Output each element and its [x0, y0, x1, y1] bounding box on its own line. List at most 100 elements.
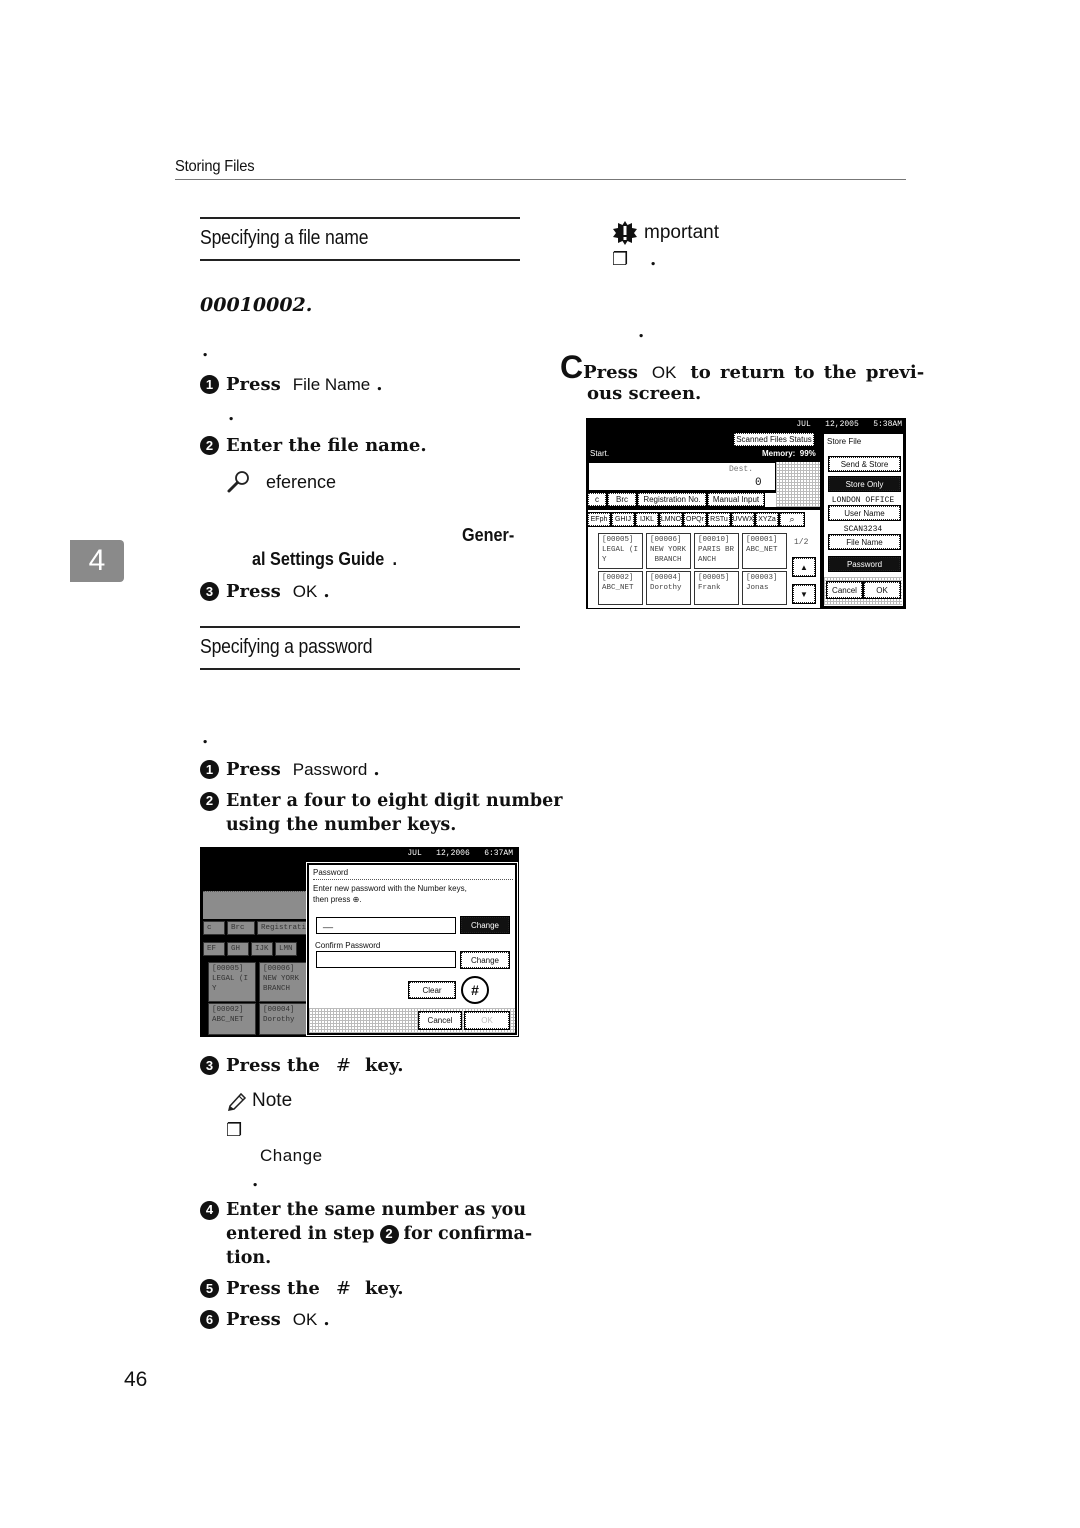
example-file-number: 00010002. — [200, 294, 313, 316]
cell-code: [00002] — [602, 574, 634, 582]
screen-datetime: JUL 12,2006 6:37AM — [407, 849, 513, 858]
step-text-line2: entered in step 2 for confirma- — [226, 1222, 532, 1246]
change-button-2[interactable]: Change — [460, 951, 510, 969]
ok-button[interactable]: OK — [464, 1011, 510, 1030]
scroll-down-icon[interactable]: ▼ — [792, 584, 816, 604]
page-number: 46 — [124, 1368, 148, 1391]
cancel-button[interactable]: Cancel — [418, 1011, 462, 1030]
clear-button[interactable]: Clear — [408, 981, 456, 999]
cell-code: [00005] — [602, 536, 634, 544]
lead-dot: . — [202, 340, 209, 361]
store-file-panel: Store File Send & Store Store Only LONDO… — [823, 433, 904, 607]
step-text-line2: ous screen. — [587, 383, 702, 404]
note-checkbox-icon: ❐ — [226, 1120, 243, 1140]
step-number-5: 5 — [200, 1279, 219, 1298]
alpha-key[interactable]: UVWX — [731, 512, 755, 527]
step-end: . — [323, 581, 330, 602]
user-name-value: LONDON OFFICE — [831, 496, 895, 505]
ok-key: OK — [292, 581, 318, 601]
scroll-up-icon[interactable]: ▲ — [792, 557, 816, 577]
guide-end: . — [392, 549, 397, 569]
change-button-1[interactable]: Change — [460, 916, 510, 934]
file-name-key: File Name — [292, 374, 371, 394]
cell-code: [00004] — [650, 574, 682, 582]
page-indicator: 1/2 — [794, 538, 809, 547]
cell-code: [00005] — [698, 574, 730, 582]
guide-title[interactable]: al Settings Guide — [252, 549, 384, 569]
note-heading: Note — [226, 1090, 292, 1112]
user-name-button[interactable]: User Name — [828, 505, 901, 521]
cell-line2: BRANCH — [263, 985, 291, 993]
step-text-line1: Enter a four to eight digit number — [226, 791, 563, 811]
section-rule-bottom — [200, 668, 520, 670]
destination-cell[interactable]: [00002] ABC_NET — [598, 571, 643, 605]
pencil-icon — [227, 1092, 247, 1111]
step-text-line3: tion. — [226, 1248, 272, 1268]
password-screen: JUL 12,2006 6:37AM c Brc Registratio EF … — [200, 847, 519, 1037]
tab-registration-no[interactable]: Registration No. — [637, 492, 707, 507]
bg-cell: [00004] Dorothy — [259, 1003, 307, 1035]
destination-cell[interactable]: [00003] Jonas — [742, 571, 787, 605]
step-number-4: 4 — [200, 1200, 219, 1220]
hatched-area — [776, 462, 820, 507]
send-store-button[interactable]: Send & Store — [828, 456, 901, 472]
step-number-1: 1 — [200, 760, 219, 779]
tab-brc[interactable]: Brc — [607, 492, 637, 507]
destination-cell[interactable]: [00010] PARIS BR ANCH — [694, 533, 739, 569]
alpha-key[interactable]: XYZa — [755, 512, 779, 527]
alpha-key[interactable]: EFph — [587, 512, 611, 527]
tab-c[interactable]: c — [587, 492, 607, 507]
alphabet-keys: EFph GHIJ IJKL LMNO OPQr RSTu UVWX XYZa … — [587, 512, 805, 527]
important-checkbox-icon: ❐ — [612, 249, 629, 269]
password-input[interactable]: __ — [316, 917, 456, 934]
scanned-files-status-button[interactable]: Scanned Files Status — [733, 432, 815, 447]
destination-cell[interactable]: [00005] LEGAL (I Y — [598, 533, 643, 569]
cell-line1: ABC_NET — [746, 546, 778, 554]
instruction-line2: then press ⊕. — [313, 895, 362, 904]
step-number-2: 2 — [200, 436, 219, 455]
confirm-password-input[interactable] — [316, 951, 456, 968]
ok-button[interactable]: OK — [863, 581, 901, 599]
step-2-enter-file-name: 2 Enter the file name. — [200, 435, 427, 456]
step-end: . — [323, 1309, 330, 1330]
step-number-3: 3 — [200, 1056, 219, 1075]
destination-cell[interactable]: [00005] Frank — [694, 571, 739, 605]
alpha-key[interactable]: LMNO — [659, 512, 683, 527]
tab-manual-input[interactable]: Manual Input — [707, 492, 765, 507]
step-verb: Press the — [226, 1055, 320, 1076]
search-icon[interactable]: ⌕ — [779, 512, 805, 527]
destination-cell[interactable]: [00004] Dorothy — [646, 571, 691, 605]
step-verb: Press — [226, 1309, 281, 1330]
cell-line1: NEW YORK — [263, 975, 300, 983]
destination-cell[interactable]: [00006] NEW YORK BRANCH — [646, 533, 691, 569]
header-rule — [175, 179, 906, 180]
dest-count: 0 — [755, 477, 762, 489]
dest-label: Dest. — [729, 465, 754, 474]
bg-cell: [00005] LEGAL (I Y — [208, 962, 256, 1002]
screen-datetime: JUL 12,2005 5:38AM — [796, 420, 902, 429]
section-title-password: Specifying a password — [200, 636, 373, 658]
step-number-3: 3 — [200, 582, 219, 601]
bg-key: GH — [227, 942, 249, 956]
alpha-key[interactable]: GHIJ — [611, 512, 635, 527]
store-only-button[interactable]: Store Only — [828, 476, 901, 492]
search-tabs: c Brc Registration No. Manual Input — [587, 492, 776, 507]
destination-cell[interactable]: [00001] ABC_NET — [742, 533, 787, 569]
bg-tab: c — [203, 921, 225, 935]
password-button[interactable]: Password — [828, 556, 901, 572]
cell-code: [00004] — [263, 1006, 295, 1014]
hash-key-icon[interactable]: # — [461, 976, 489, 1004]
cell-line1: ABC_NET — [602, 584, 634, 592]
step-1-dot: . — [228, 404, 235, 425]
file-name-button[interactable]: File Name — [828, 534, 901, 550]
alpha-key[interactable]: IJKL — [635, 512, 659, 527]
alpha-key[interactable]: RSTu — [707, 512, 731, 527]
step-verb: Press — [583, 362, 638, 383]
cancel-button[interactable]: Cancel — [826, 581, 863, 599]
step-number-1: 1 — [200, 375, 219, 394]
cell-line1: Dorothy — [263, 1016, 295, 1024]
cell-line1: LEGAL (I — [602, 546, 639, 554]
store-file-screen: JUL 12,2005 5:38AM Scanned Files Status … — [586, 418, 906, 609]
alpha-key[interactable]: OPQr — [683, 512, 707, 527]
cell-line1: Dorothy — [650, 584, 682, 592]
